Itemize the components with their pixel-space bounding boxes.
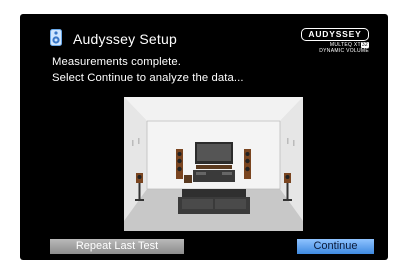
page-title: Audyssey Setup: [73, 31, 177, 47]
logo-brand: AUDYSSEY: [301, 28, 369, 41]
repeat-last-test-button[interactable]: Repeat Last Test: [50, 239, 184, 254]
audyssey-setup-screen: Audyssey Setup AUDYSSEY MULTEQ XT32 DYNA…: [20, 14, 388, 260]
status-message: Measurements complete.: [52, 56, 182, 68]
instruction-message: Select Continue to analyze the data...: [52, 72, 244, 84]
logo-dynamic-volume: DYNAMIC VOLUME: [319, 48, 369, 54]
continue-button[interactable]: Continue: [297, 239, 374, 254]
speaker-icon: [50, 29, 62, 46]
room-illustration: [124, 97, 303, 231]
audyssey-logo: AUDYSSEY MULTEQ XT32 DYNAMIC VOLUME: [301, 28, 369, 54]
